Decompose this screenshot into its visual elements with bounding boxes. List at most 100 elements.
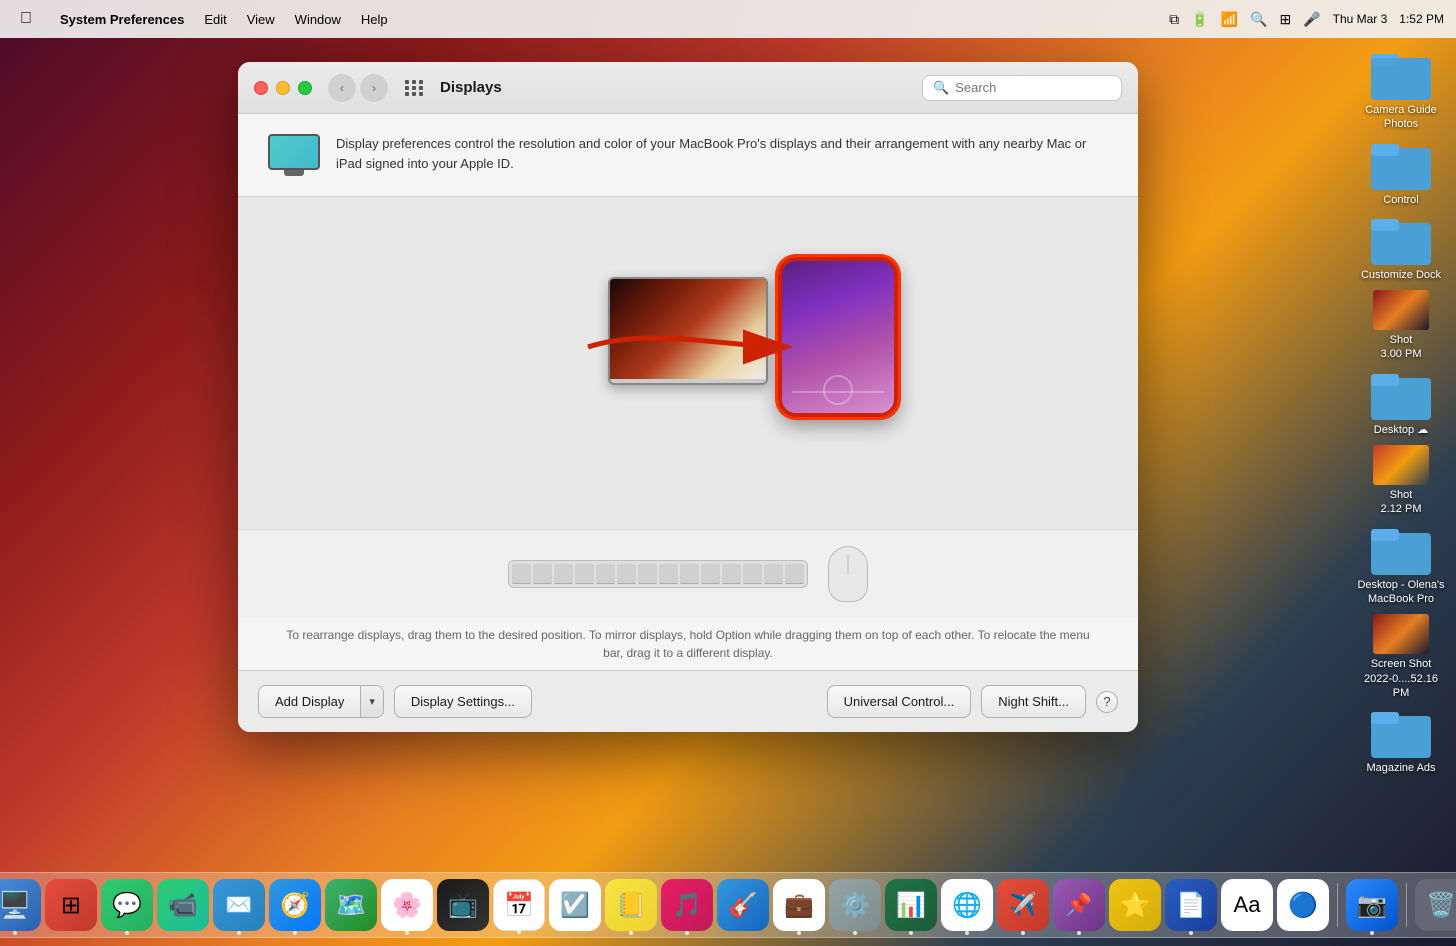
dock-maps[interactable]: 🗺️	[325, 879, 377, 931]
dock-notes[interactable]: 📒	[605, 879, 657, 931]
dock-zoom[interactable]: 📷	[1346, 879, 1398, 931]
dock-launchpad[interactable]: ⊞	[45, 879, 97, 931]
desktop-folders: Camera Guide Photos Control Customize Do…	[1356, 50, 1446, 775]
dock-facetime[interactable]: 📹	[157, 879, 209, 931]
folder-icon	[1371, 140, 1431, 190]
desktop-folder-customize-dock[interactable]: Customize Dock	[1356, 215, 1446, 282]
info-description: Display preferences control the resoluti…	[336, 134, 1108, 173]
dock-instruments[interactable]: 🎸	[717, 879, 769, 931]
night-shift-button[interactable]: Night Shift...	[981, 685, 1086, 718]
display-icon-stand	[284, 170, 304, 176]
dock-dictionary[interactable]: Aa	[1221, 879, 1273, 931]
traffic-lights	[254, 81, 312, 95]
display-icon	[268, 134, 320, 176]
dock-taska[interactable]: 📌	[1053, 879, 1105, 931]
mouse-line	[848, 555, 849, 575]
menubar-date: Thu Mar 3	[1333, 12, 1388, 26]
folder-icon	[1371, 708, 1431, 758]
display-arrangement-area	[238, 197, 1138, 529]
menubar-edit[interactable]: Edit	[196, 10, 234, 29]
dock-word[interactable]: 📄	[1165, 879, 1217, 931]
menubar-window[interactable]: Window	[287, 10, 349, 29]
dock-finder[interactable]: 🖥️	[0, 879, 41, 931]
dock-airmail[interactable]: ✈️	[997, 879, 1049, 931]
screenshot-label: Screen Shot2022-0....52.16 PM	[1356, 657, 1446, 700]
screenshot-2022[interactable]: Screen Shot2022-0....52.16 PM	[1356, 614, 1446, 700]
folder-icon	[1371, 215, 1431, 265]
forward-button[interactable]: ›	[360, 74, 388, 102]
search-menubar-icon[interactable]: 🔍	[1250, 11, 1267, 28]
dock-appletv[interactable]: 📺	[437, 879, 489, 931]
dock-mail[interactable]: ✉️	[213, 879, 265, 931]
dock-music[interactable]: 🎵	[661, 879, 713, 931]
screenshot-shot-300pm[interactable]: Shot3.00 PM	[1356, 290, 1446, 362]
add-display-button[interactable]: Add Display	[259, 686, 360, 717]
folder-label: Desktop ☁	[1374, 423, 1428, 437]
dock-divider-2	[1406, 883, 1407, 927]
close-button[interactable]	[254, 81, 268, 95]
dock-slack[interactable]: 💼	[773, 879, 825, 931]
screenshot-shot-212pm[interactable]: Shot2.12 PM	[1356, 445, 1446, 517]
dock-divider	[1337, 883, 1338, 927]
dock-starred[interactable]: ⭐	[1109, 879, 1161, 931]
maximize-button[interactable]	[298, 81, 312, 95]
info-banner: Display preferences control the resoluti…	[238, 114, 1138, 197]
mouse-image	[828, 546, 868, 602]
menubar-help[interactable]: Help	[353, 10, 396, 29]
folder-icon	[1371, 370, 1431, 420]
dock-trash[interactable]: 🗑️	[1415, 879, 1456, 931]
search-box[interactable]: 🔍	[922, 75, 1122, 101]
siri-icon[interactable]: 🎤	[1303, 11, 1320, 28]
folder-label: Customize Dock	[1361, 268, 1441, 282]
screen-mirror-icon[interactable]: ⧉	[1169, 11, 1179, 28]
dock-photos[interactable]: 🌸	[381, 879, 433, 931]
dock-reminders[interactable]: ☑️	[549, 879, 601, 931]
back-button[interactable]: ‹	[328, 74, 356, 102]
window-content: Display preferences control the resoluti…	[238, 114, 1138, 732]
display-settings-button[interactable]: Display Settings...	[394, 685, 532, 718]
dock-system-prefs[interactable]: ⚙️	[829, 879, 881, 931]
screenshot-label: Shot3.00 PM	[1381, 333, 1422, 362]
red-arrow-annotation	[568, 307, 808, 392]
menubar-view[interactable]: View	[239, 10, 283, 29]
folder-label: Magazine Ads	[1366, 761, 1435, 775]
navigation-buttons: ‹ ›	[328, 74, 388, 102]
menubar:  System Preferences Edit View Window He…	[0, 0, 1456, 38]
folder-icon	[1371, 50, 1431, 100]
search-input[interactable]	[955, 80, 1111, 95]
titlebar: ‹ › Displays 🔍	[238, 62, 1138, 114]
add-display-group: Add Display ▾	[258, 685, 384, 718]
grid-icon	[405, 80, 424, 96]
dock-chrome2[interactable]: 🔵	[1277, 879, 1329, 931]
window-title: Displays	[440, 79, 922, 96]
folder-icon	[1371, 525, 1431, 575]
controlcenter-icon[interactable]: ⊞	[1279, 11, 1291, 28]
desktop-folder-magazine-ads[interactable]: Magazine Ads	[1356, 708, 1446, 775]
desktop-folder-control[interactable]: Control	[1356, 140, 1446, 207]
help-button[interactable]: ?	[1096, 691, 1118, 713]
dock-safari[interactable]: 🧭	[269, 879, 321, 931]
screenshot-label: Shot2.12 PM	[1381, 488, 1422, 517]
keyboard-image	[508, 560, 808, 588]
folder-label: Control	[1383, 193, 1418, 207]
folder-label: Desktop - Olena's MacBook Pro	[1356, 578, 1446, 607]
wifi-icon[interactable]: 📶	[1221, 11, 1238, 28]
battery-icon[interactable]: 🔋	[1191, 11, 1208, 28]
desktop-folder-olena[interactable]: Desktop - Olena's MacBook Pro	[1356, 525, 1446, 607]
universal-control-button[interactable]: Universal Control...	[827, 685, 972, 718]
search-icon: 🔍	[933, 80, 949, 96]
dock-excel[interactable]: 📊	[885, 879, 937, 931]
dock-calendar[interactable]: 📅	[493, 879, 545, 931]
dock-messages[interactable]: 💬	[101, 879, 153, 931]
grid-view-button[interactable]	[400, 74, 428, 102]
dock-chrome[interactable]: 🌐	[941, 879, 993, 931]
desktop-folder-camera-guide[interactable]: Camera Guide Photos	[1356, 50, 1446, 132]
minimize-button[interactable]	[276, 81, 290, 95]
apple-menu[interactable]: 	[12, 8, 40, 30]
menubar-right: ⧉ 🔋 📶 🔍 ⊞ 🎤 Thu Mar 3 1:52 PM	[1169, 11, 1444, 28]
menubar-app-name[interactable]: System Preferences	[52, 10, 192, 29]
bottom-toolbar: Add Display ▾ Display Settings... Univer…	[238, 670, 1138, 732]
menubar-time: 1:52 PM	[1399, 12, 1444, 26]
desktop-folder-desktop[interactable]: Desktop ☁	[1356, 370, 1446, 437]
add-display-dropdown[interactable]: ▾	[360, 686, 383, 717]
